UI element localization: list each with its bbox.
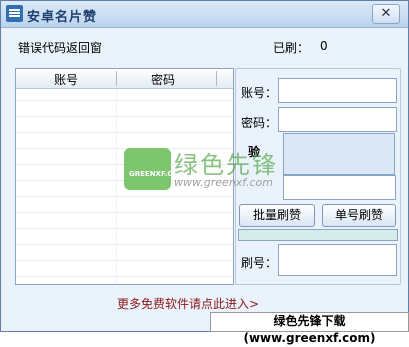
watermark-url: www.greenxf.com	[174, 176, 273, 189]
app-window: 安卓名片赞 ✕ 错误代码返回窗 已刷： 0 账号 密码 账号： 密码： 验 批量…	[0, 0, 409, 332]
count-value: 0	[320, 39, 328, 53]
column-divider	[116, 89, 117, 284]
column-header-account[interactable]: 账号	[54, 71, 78, 88]
count-label: 已刷：	[273, 41, 310, 55]
more-software-link[interactable]: 更多免费软件请点此进入>	[117, 295, 259, 312]
site-banner: 绿色先锋下载(www.greenxf.com)	[210, 312, 409, 345]
column-divider	[216, 71, 217, 86]
password-label: 密码：	[241, 116, 278, 130]
refresh-input[interactable]	[278, 244, 397, 276]
progress-bar	[238, 229, 398, 241]
app-icon	[6, 5, 23, 22]
table-header: 账号 密码	[16, 69, 233, 89]
watermark-logo: GREENXF.COM	[124, 148, 185, 190]
title-bar[interactable]: 安卓名片赞 ✕	[1, 1, 408, 28]
batch-like-button[interactable]: 批量刷赞	[239, 204, 315, 227]
close-button[interactable]: ✕	[372, 4, 400, 24]
password-input[interactable]	[278, 107, 397, 132]
refresh-label: 刷号：	[241, 256, 278, 270]
single-like-button[interactable]: 单号刷赞	[322, 204, 396, 227]
captcha-input[interactable]	[283, 175, 396, 200]
error-code-label: 错误代码返回窗	[18, 41, 103, 55]
window-title: 安卓名片赞	[27, 10, 98, 25]
account-input[interactable]	[278, 78, 397, 103]
column-header-password[interactable]: 密码	[151, 71, 175, 88]
column-divider	[116, 71, 117, 86]
watermark-text: 绿色先锋	[174, 151, 278, 179]
account-label: 账号：	[241, 86, 278, 100]
captcha-image	[283, 133, 395, 175]
